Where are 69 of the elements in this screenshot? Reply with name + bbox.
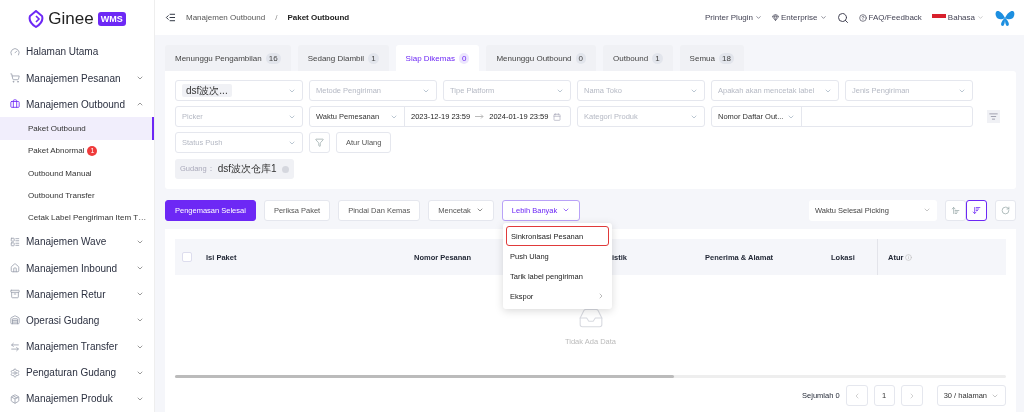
status-tab[interactable]: Siap Dikemas 0 xyxy=(395,45,480,71)
sidebar-subitem[interactable]: Outbound Manual xyxy=(0,161,154,185)
chip-value: dsf波次仓库1 xyxy=(217,162,277,176)
caret-icon xyxy=(977,14,984,21)
list-icon xyxy=(989,112,999,121)
menu-item-icon xyxy=(10,263,20,274)
sort-descending-icon xyxy=(972,205,981,215)
logo-text: Ginee xyxy=(48,9,94,30)
sidebar-item[interactable]: Manajemen Retur xyxy=(0,281,154,308)
sidebar-subitem[interactable]: Paket Outbound xyxy=(0,117,154,140)
warehouse-select[interactable]: dsf波次... xyxy=(175,80,303,101)
filter-button[interactable] xyxy=(309,132,330,153)
sidebar-item[interactable]: Halaman Utama xyxy=(0,38,154,65)
menu-icon[interactable] xyxy=(165,12,176,23)
breadcrumb-separator: / xyxy=(275,13,278,22)
scrollbar-thumb[interactable] xyxy=(175,375,674,378)
menu-item-icon xyxy=(10,393,20,404)
help-icon xyxy=(858,13,867,22)
sidebar-subitem[interactable]: Cetak Label Pengiriman Item T… xyxy=(0,206,154,229)
sort-descending-button[interactable] xyxy=(966,199,987,221)
sort-ascending-icon xyxy=(951,205,960,215)
caret-icon xyxy=(923,206,931,214)
caret-icon xyxy=(562,206,571,214)
filter-icon xyxy=(315,138,324,147)
menu-item-icon xyxy=(10,315,20,326)
menu-item-icon xyxy=(10,73,20,84)
list-button[interactable] xyxy=(987,110,1001,123)
next-page-button[interactable] xyxy=(900,385,923,406)
menu-item-icon xyxy=(10,289,20,300)
menu-item-icon xyxy=(10,367,20,378)
plan-menu[interactable]: Enterprise xyxy=(772,13,827,22)
sidebar-item[interactable]: Manajemen Wave xyxy=(0,228,154,255)
previous-page-button[interactable] xyxy=(845,385,868,406)
logo-badge: WMS xyxy=(97,12,126,27)
status-tab[interactable]: Outbound 1 xyxy=(603,45,673,71)
sidebar-item[interactable]: Manajemen Produk xyxy=(0,385,154,412)
refresh-button[interactable] xyxy=(995,199,1016,221)
select-all-checkbox[interactable] xyxy=(182,252,192,262)
refresh-icon xyxy=(1001,205,1010,215)
diamond-icon xyxy=(772,14,780,21)
status-tab[interactable]: Menunggu Pengambilan 16 xyxy=(165,45,291,71)
language-menu[interactable]: Bahasa xyxy=(931,13,984,22)
status-tab[interactable]: Semua 18 xyxy=(679,45,744,71)
close-icon[interactable] xyxy=(281,165,289,173)
caret-icon xyxy=(819,14,827,21)
sidebar-item[interactable]: Operasi Gudang xyxy=(0,307,154,334)
menu-item-icon xyxy=(10,46,20,57)
breadcrumb-link[interactable]: Manajemen Outbound xyxy=(186,13,266,22)
sidebar-subitem[interactable]: Outbound Transfer xyxy=(0,184,154,207)
sidebar-item[interactable]: Manajemen Inbound xyxy=(0,254,154,282)
arrow-icon xyxy=(475,114,485,119)
sidebar-item[interactable]: Pengaturan Gudang xyxy=(0,359,154,386)
caret-icon xyxy=(475,206,484,214)
sidebar-item[interactable]: Manajemen Transfer xyxy=(0,333,154,360)
caret-icon xyxy=(755,14,763,21)
sidebar-item[interactable]: Manajemen Pesanan xyxy=(0,64,154,92)
status-tab[interactable]: Menunggu Outbound 0 xyxy=(486,45,596,71)
faq-link[interactable]: FAQ/Feedback xyxy=(858,13,922,22)
calendar-icon xyxy=(553,112,562,121)
sidebar-item[interactable]: Manajemen Outbound xyxy=(0,91,154,118)
logo-icon xyxy=(28,10,45,29)
search-icon[interactable] xyxy=(836,11,849,24)
menu-item-icon xyxy=(10,99,20,110)
info-icon xyxy=(905,253,913,261)
printer-plugin-menu[interactable]: Printer Plugin xyxy=(705,13,763,22)
menu-item-icon xyxy=(10,236,20,247)
select-tag: dsf波次... xyxy=(182,83,232,97)
status-tab[interactable]: Sedang Diambil 1 xyxy=(297,45,389,71)
menu-item-icon xyxy=(10,341,20,352)
